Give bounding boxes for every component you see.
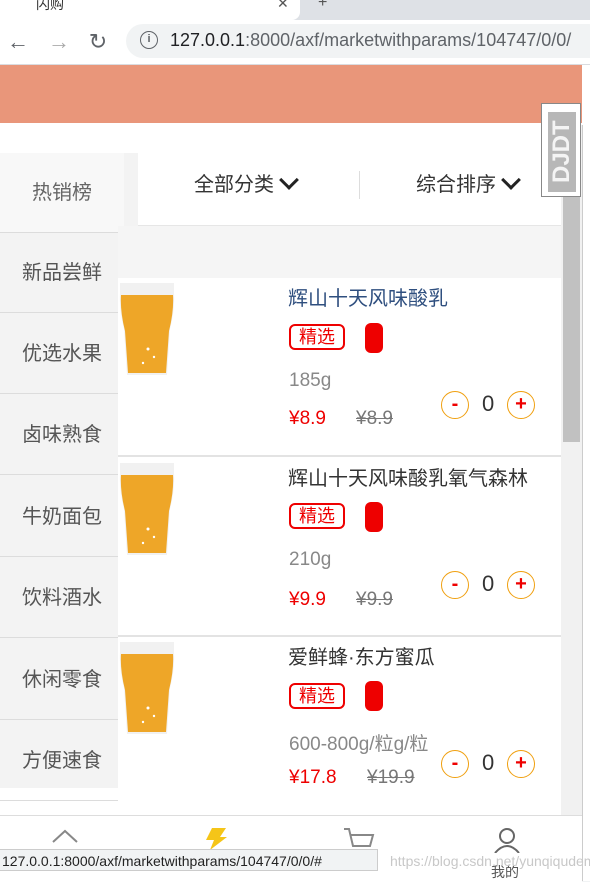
forward-icon[interactable]: →	[45, 28, 73, 56]
increase-quantity-button[interactable]: +	[507, 750, 535, 778]
close-tab-icon[interactable]: ✕	[277, 0, 289, 12]
back-icon[interactable]: ←	[4, 28, 32, 56]
quantity-value: 0	[482, 391, 495, 416]
sidebar-item-milk-bread[interactable]: 牛奶面包	[0, 477, 124, 557]
app-header	[0, 65, 582, 123]
product-original-price: ¥8.9	[356, 408, 393, 429]
url-path: :8000/axf/marketwithparams/104747/0/0/	[245, 30, 572, 50]
user-icon[interactable]	[493, 827, 521, 853]
flash-sale-icon[interactable]	[200, 828, 228, 850]
chevron-down-icon	[501, 170, 521, 190]
sidebar-item-instant[interactable]: 方便速食	[0, 721, 124, 801]
promo-badge	[365, 502, 383, 532]
quantity-value: 0	[482, 571, 495, 596]
link-status-bar: 127.0.0.1:8000/axf/marketwithparams/1047…	[0, 849, 378, 871]
product-price: ¥17.8	[289, 767, 337, 788]
scrollbar-thumb[interactable]	[563, 180, 580, 442]
decrease-quantity-button[interactable]: -	[441, 571, 469, 599]
quantity-value: 0	[482, 750, 495, 775]
featured-tag: 精选	[289, 324, 345, 350]
tab-title: 闪购	[36, 0, 64, 12]
product-name[interactable]: 辉山十天风味酸乳氧气森林	[288, 462, 563, 491]
new-tab-icon[interactable]: +	[318, 0, 327, 12]
watermark-text: https://blog.csdn.net/yunqiqudeming	[390, 853, 590, 869]
list-gap	[118, 226, 561, 278]
sidebar-item-new[interactable]: 新品尝鲜	[0, 233, 124, 313]
site-info-icon[interactable]: i	[140, 31, 158, 49]
product-price: ¥9.9	[289, 589, 326, 610]
sidebar-item-snacks[interactable]: 休闲零食	[0, 640, 124, 720]
devtools-panel-edge	[582, 125, 590, 881]
sidebar-item-hot[interactable]: 热销榜	[0, 153, 124, 233]
sidebar-item-fruit[interactable]: 优选水果	[0, 314, 124, 394]
featured-tag: 精选	[289, 503, 345, 529]
promo-badge	[365, 323, 383, 353]
row-divider	[118, 635, 561, 637]
url-host: 127.0.0.1	[170, 30, 246, 50]
product-image[interactable]	[118, 279, 176, 379]
chevron-down-icon	[279, 170, 299, 190]
increase-quantity-button[interactable]: +	[507, 571, 535, 599]
decrease-quantity-button[interactable]: -	[441, 391, 469, 419]
product-original-price: ¥9.9	[356, 589, 393, 610]
category-filter[interactable]: 全部分类	[194, 168, 299, 197]
sort-filter[interactable]: 综合排序	[416, 168, 521, 197]
debug-toolbar-label: DJDT	[548, 120, 575, 184]
product-image[interactable]	[118, 459, 176, 559]
product-name[interactable]: 辉山十天风味酸乳	[288, 282, 563, 311]
sidebar-item-drinks[interactable]: 饮料酒水	[0, 558, 124, 638]
url-text[interactable]: 127.0.0.1:8000/axf/marketwithparams/1047…	[170, 30, 571, 51]
product-spec: 185g	[289, 370, 332, 391]
sort-filter-label: 综合排序	[416, 174, 496, 196]
decrease-quantity-button[interactable]: -	[441, 750, 469, 778]
product-original-price: ¥19.9	[367, 767, 415, 788]
product-spec: 600-800g/粒g/粒	[289, 734, 429, 755]
cart-icon[interactable]	[342, 826, 376, 850]
product-name[interactable]: 爱鲜蜂·东方蜜瓜	[288, 641, 563, 670]
increase-quantity-button[interactable]: +	[507, 391, 535, 419]
featured-tag: 精选	[289, 683, 345, 709]
filter-divider	[359, 171, 360, 199]
home-icon[interactable]	[50, 828, 80, 850]
promo-badge	[365, 681, 383, 711]
row-divider	[118, 455, 561, 457]
product-image[interactable]	[118, 638, 176, 738]
sidebar-item-deli[interactable]: 卤味熟食	[0, 395, 124, 475]
product-spec: 210g	[289, 549, 332, 570]
category-filter-label: 全部分类	[194, 174, 274, 196]
reload-icon[interactable]: ↻	[84, 28, 112, 56]
product-price: ¥8.9	[289, 408, 326, 429]
